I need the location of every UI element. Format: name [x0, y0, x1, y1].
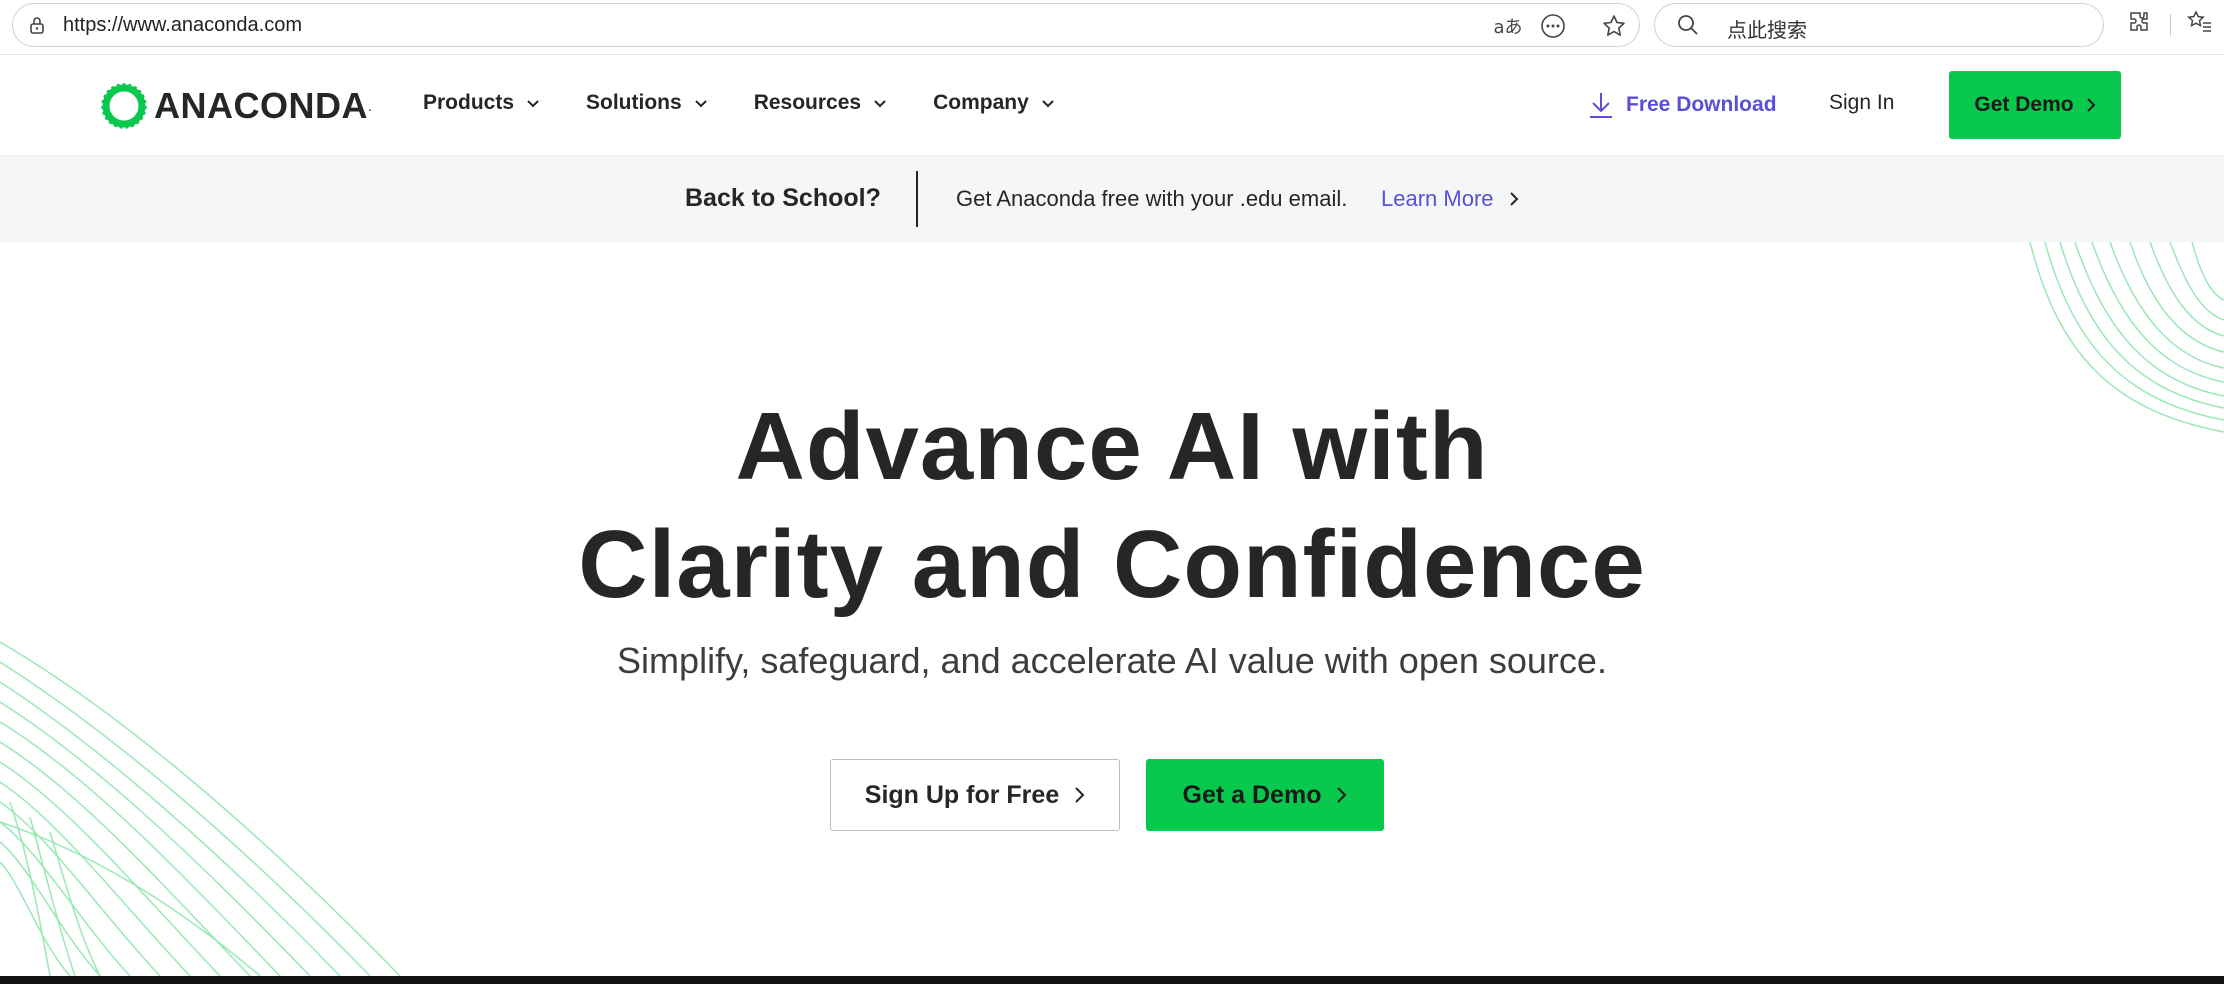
- get-demo-button[interactable]: Get Demo: [1949, 71, 2121, 139]
- nav-solutions[interactable]: Solutions: [586, 91, 708, 115]
- search-icon: [1678, 15, 1698, 35]
- main-nav: Products Solutions Resources Company: [423, 91, 1101, 115]
- browser-toolbar: https://www.anaconda.com aあ 点此搜索: [0, 0, 2224, 55]
- bottom-edge-bar: [0, 976, 2224, 984]
- hero-title: Advance AI with Clarity and Confidence: [0, 388, 2224, 624]
- promo-banner: Back to School? Get Anaconda free with y…: [0, 156, 2224, 242]
- translate-icon[interactable]: aあ: [1491, 13, 1525, 39]
- free-download-label: Free Download: [1626, 93, 1777, 116]
- free-download-link[interactable]: Free Download: [1588, 91, 1777, 119]
- promo-title: Back to School?: [685, 184, 881, 212]
- toolbar-separator: [2170, 14, 2171, 36]
- chevron-down-icon: [1042, 100, 1054, 108]
- lock-icon: [30, 17, 44, 34]
- address-bar[interactable]: https://www.anaconda.com aあ: [12, 3, 1640, 47]
- download-icon: [1590, 93, 1612, 118]
- favorites-list-icon[interactable]: [2187, 9, 2213, 35]
- get-a-demo-button[interactable]: Get a Demo: [1146, 759, 1384, 831]
- nav-label: Resources: [753, 91, 862, 114]
- sign-up-free-button[interactable]: Sign Up for Free: [830, 759, 1120, 831]
- logo-wordmark: ANACONDA: [154, 85, 368, 126]
- promo-divider: [916, 171, 918, 227]
- chevron-right-icon: [2086, 98, 2096, 112]
- nav-label: Solutions: [586, 91, 682, 114]
- get-a-demo-label: Get a Demo: [1182, 780, 1322, 809]
- logo-dot: .: [368, 98, 372, 114]
- anaconda-ring-icon: [101, 83, 147, 129]
- site-header: ANACONDA . Products Solutions Resources …: [0, 55, 2224, 156]
- search-placeholder: 点此搜索: [1727, 18, 1807, 42]
- chevron-down-icon: [527, 100, 539, 108]
- nav-resources[interactable]: Resources: [754, 91, 887, 115]
- chevron-right-icon: [1075, 787, 1085, 803]
- promo-text: Get Anaconda free with your .edu email.: [956, 186, 1348, 211]
- chevron-down-icon: [874, 100, 886, 108]
- chevron-right-icon: [1337, 787, 1347, 803]
- anaconda-logo[interactable]: ANACONDA .: [100, 81, 372, 131]
- learn-more-link[interactable]: Learn More: [1381, 186, 1520, 212]
- more-options-icon[interactable]: [1540, 13, 1566, 39]
- hero-title-line-2: Clarity and Confidence: [578, 511, 1646, 618]
- nav-label: Products: [423, 91, 515, 114]
- nav-company[interactable]: Company: [933, 91, 1055, 115]
- url-text: https://www.anaconda.com: [63, 14, 303, 36]
- hero-subtitle: Simplify, safeguard, and accelerate AI v…: [617, 640, 1607, 681]
- chevron-right-icon: [1509, 192, 1518, 206]
- learn-more-label: Learn More: [1381, 186, 1494, 211]
- hero-title-line-1: Advance AI with: [735, 393, 1489, 500]
- browser-search-box[interactable]: 点此搜索: [1654, 3, 2104, 47]
- favorite-star-icon[interactable]: [1601, 13, 1627, 39]
- nav-label: Company: [933, 91, 1029, 114]
- nav-products[interactable]: Products: [423, 91, 540, 115]
- get-demo-label: Get Demo: [1974, 93, 2074, 116]
- chevron-down-icon: [694, 100, 707, 108]
- extensions-icon[interactable]: [2126, 9, 2152, 35]
- sign-in-link[interactable]: Sign In: [1829, 91, 1894, 115]
- sign-up-label: Sign Up for Free: [864, 780, 1060, 809]
